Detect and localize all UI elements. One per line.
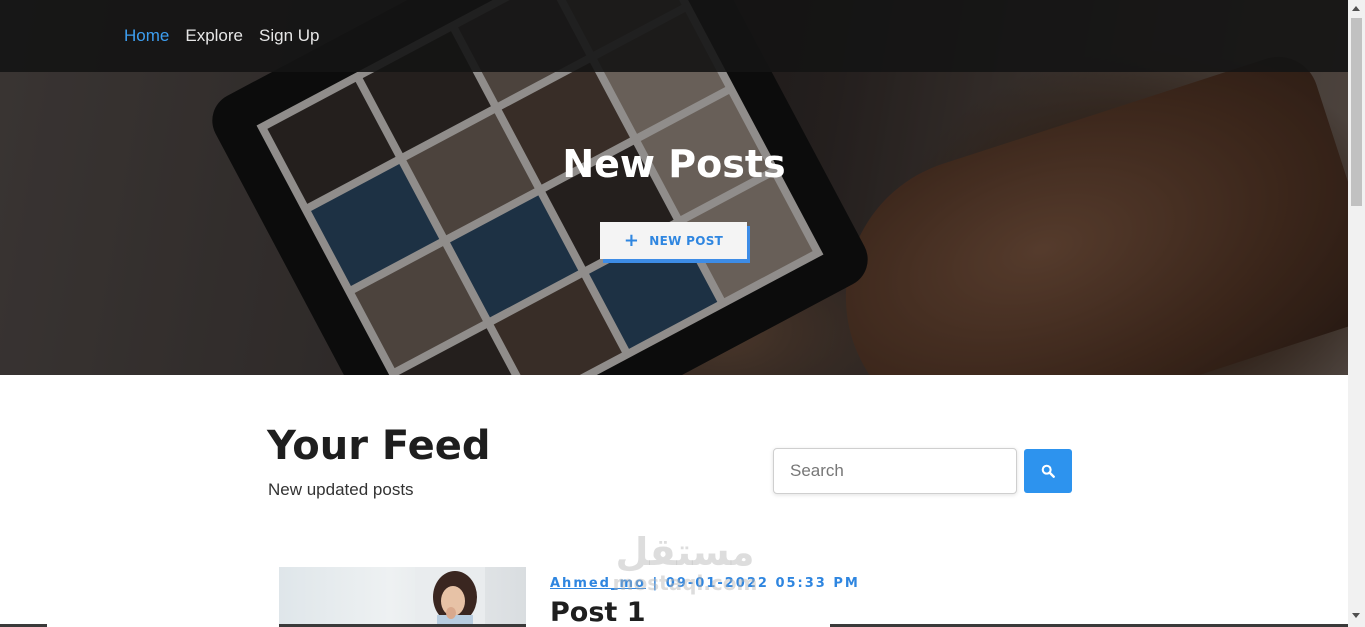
feed-subtitle: New updated posts: [268, 480, 414, 499]
nav-link-home[interactable]: Home: [124, 26, 169, 46]
post-datetime: 09-01-2022 05:33 PM: [665, 576, 860, 591]
search-input[interactable]: [773, 448, 1017, 494]
plus-icon: +: [623, 229, 640, 251]
scroll-down-arrow-icon[interactable]: [1352, 613, 1360, 618]
post-thumbnail[interactable]: [279, 567, 526, 627]
hero-title: New Posts: [562, 142, 786, 186]
nav-link-explore[interactable]: Explore: [185, 26, 243, 46]
post-meta-separator: |: [652, 576, 660, 591]
scroll-thumb[interactable]: [1351, 18, 1362, 206]
new-post-label: NEW POST: [649, 233, 724, 248]
nav-link-sign-up[interactable]: Sign Up: [259, 26, 319, 46]
search-button[interactable]: [1024, 449, 1072, 493]
post-title[interactable]: Post 1: [550, 597, 646, 627]
top-navbar: Home Explore Sign Up: [0, 0, 1348, 72]
scroll-up-arrow-icon[interactable]: [1352, 6, 1360, 11]
post-author-link[interactable]: Ahmed_mo: [550, 576, 646, 591]
post-meta: Ahmed_mo | 09-01-2022 05:33 PM: [550, 576, 860, 591]
search-icon: [1041, 464, 1055, 478]
new-post-button[interactable]: + NEW POST: [600, 222, 747, 259]
person-photo: [415, 567, 485, 627]
feed-title: Your Feed: [267, 423, 491, 469]
page-scrollbar[interactable]: [1348, 0, 1365, 627]
